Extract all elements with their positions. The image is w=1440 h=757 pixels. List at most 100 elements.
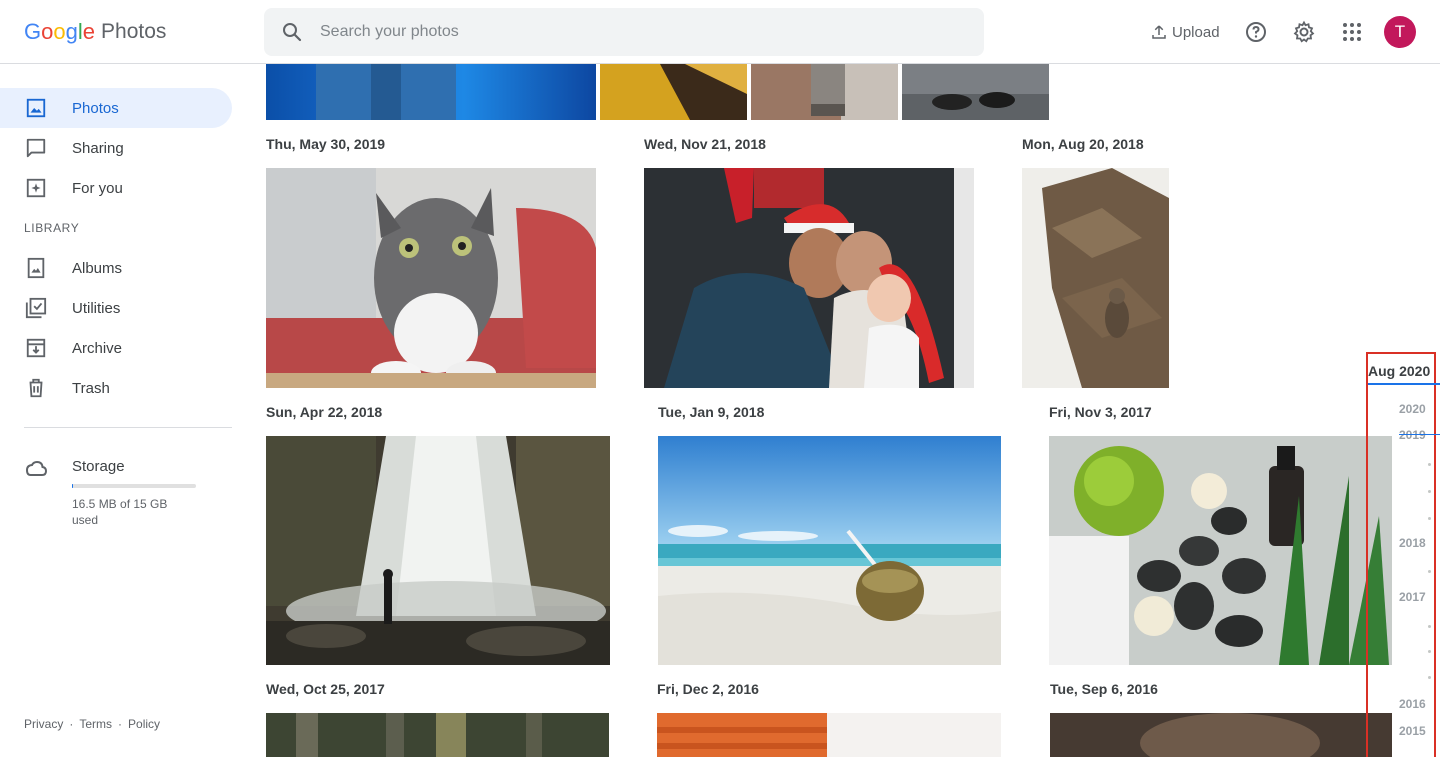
storage-used-text: 16.5 MB of 15 GB used xyxy=(72,497,168,527)
date-heading: Mon, Aug 20, 2018 xyxy=(1022,136,1144,152)
photo-thumbnail[interactable] xyxy=(644,168,974,388)
photo-thumbnail[interactable] xyxy=(266,168,596,388)
apps-button[interactable] xyxy=(1336,16,1368,48)
search-input[interactable] xyxy=(320,23,920,41)
date-heading: Tue, Jan 9, 2018 xyxy=(658,404,765,420)
sidebar-divider xyxy=(24,427,232,428)
scrubber-position-indicator[interactable] xyxy=(1368,383,1440,385)
for-you-icon xyxy=(24,176,48,200)
scrubber-year-label[interactable]: 2018 xyxy=(1399,536,1426,550)
logo-letter: G xyxy=(24,19,42,44)
logo-letter: e xyxy=(82,19,96,44)
scrubber-year-label[interactable]: 2020 xyxy=(1399,402,1426,416)
sidebar-item-label: Albums xyxy=(72,259,123,277)
sidebar-item-archive[interactable]: Archive xyxy=(0,328,232,368)
scrubber-year-label[interactable]: 2019 xyxy=(1399,428,1426,442)
date-heading: Sun, Apr 22, 2018 xyxy=(266,404,383,420)
google-photos-logo[interactable]: Google Photos xyxy=(24,18,166,46)
photo-forest xyxy=(266,713,609,757)
help-icon xyxy=(1246,22,1266,42)
sidebar-item-label: Trash xyxy=(72,379,110,397)
date-heading: Thu, May 30, 2019 xyxy=(266,136,386,152)
product-name: Photos xyxy=(101,20,167,43)
photo-family-santa-hats xyxy=(644,168,974,388)
policy-link[interactable]: Policy xyxy=(128,717,160,731)
scrubber-tick xyxy=(1428,570,1431,573)
photo-thumbnail[interactable] xyxy=(751,64,898,120)
photo-spa-stones xyxy=(1049,436,1392,665)
photo-icon xyxy=(24,96,48,120)
photo-person-blue-shirt xyxy=(316,64,456,120)
sidebar-item-label: Sharing xyxy=(72,139,124,157)
sidebar: Photos Sharing For you LIBRARY Albums Ut… xyxy=(0,64,248,757)
upload-icon xyxy=(1152,25,1166,39)
photo-thumbnail[interactable] xyxy=(1050,713,1392,757)
settings-button[interactable] xyxy=(1288,16,1320,48)
scrubber-tick xyxy=(1428,625,1431,628)
photo-thumbnail[interactable] xyxy=(657,713,1001,757)
scrubber-current-date: Aug 2020 xyxy=(1368,363,1431,379)
date-heading: Wed, Nov 21, 2018 xyxy=(644,136,766,152)
logo-letter: o xyxy=(53,19,66,44)
scrubber-year-label[interactable]: 2015 xyxy=(1399,724,1426,738)
apps-grid-icon xyxy=(1343,23,1361,41)
photo-thumbnail[interactable] xyxy=(266,436,610,665)
photo-thumbnail[interactable] xyxy=(1049,436,1392,665)
photo-coconut-beach xyxy=(658,436,1001,665)
footer-links: Privacy · Terms · Policy xyxy=(24,717,160,731)
sidebar-item-label: Utilities xyxy=(72,299,121,317)
footer-separator: · xyxy=(69,717,74,731)
upload-label: Upload xyxy=(1172,23,1220,41)
sidebar-item-label: Archive xyxy=(72,339,123,357)
chat-icon xyxy=(24,136,48,160)
account-avatar[interactable]: T xyxy=(1384,16,1416,48)
photo-sneakers-steps xyxy=(902,64,1049,120)
photo-animal-closeup xyxy=(1050,713,1392,757)
photo-waterfall xyxy=(266,436,610,665)
footer-separator: · xyxy=(118,717,123,731)
sidebar-item-label: For you xyxy=(72,179,123,197)
photo-thumbnail[interactable] xyxy=(266,64,596,120)
search-icon[interactable] xyxy=(280,20,304,44)
sidebar-item-photos[interactable]: Photos xyxy=(0,88,232,128)
date-heading: Fri, Dec 2, 2016 xyxy=(657,681,759,697)
date-heading: Fri, Nov 3, 2017 xyxy=(1049,404,1152,420)
photo-thumbnail[interactable] xyxy=(902,64,1049,120)
search-bar[interactable] xyxy=(264,8,984,56)
terms-link[interactable]: Terms xyxy=(79,717,112,731)
upload-button[interactable]: Upload xyxy=(1150,18,1220,46)
trash-icon xyxy=(24,376,48,400)
scrubber-tick xyxy=(1428,517,1431,520)
sidebar-item-albums[interactable]: Albums xyxy=(0,248,232,288)
privacy-link[interactable]: Privacy xyxy=(24,717,63,731)
photo-thumbnail[interactable] xyxy=(1022,168,1169,388)
scrubber-tick xyxy=(1428,463,1431,466)
scrubber-tick xyxy=(1428,490,1431,493)
library-section-label: LIBRARY xyxy=(24,221,80,235)
top-app-bar: Google Photos Upload T xyxy=(0,0,1440,64)
storage-progress-bar xyxy=(72,484,196,488)
storage-progress-fill xyxy=(72,484,73,488)
photo-thumbnail[interactable] xyxy=(266,713,609,757)
scrubber-tick xyxy=(1428,676,1431,679)
sidebar-item-for-you[interactable]: For you xyxy=(0,168,232,208)
photo-thumbnail[interactable] xyxy=(658,436,1001,665)
gear-icon xyxy=(1293,20,1315,43)
photo-gray-cat xyxy=(266,168,596,388)
photo-orange-towels xyxy=(657,713,1001,757)
help-button[interactable] xyxy=(1240,16,1272,48)
photo-child-legs-street xyxy=(751,64,898,120)
sidebar-item-trash[interactable]: Trash xyxy=(0,368,232,408)
sidebar-item-sharing[interactable]: Sharing xyxy=(0,128,232,168)
sidebar-item-utilities[interactable]: Utilities xyxy=(0,288,232,328)
storage-label: Storage xyxy=(72,458,125,475)
date-heading: Tue, Sep 6, 2016 xyxy=(1050,681,1158,697)
scrubber-year-label[interactable]: 2016 xyxy=(1399,697,1426,711)
photo-thumbnail[interactable] xyxy=(600,64,747,120)
date-heading: Wed, Oct 25, 2017 xyxy=(266,681,385,697)
scrubber-hover-line xyxy=(1399,434,1440,435)
storage-widget[interactable]: Storage 16.5 MB of 15 GB used xyxy=(0,452,232,532)
sidebar-item-label: Photos xyxy=(72,99,119,117)
scrubber-year-label[interactable]: 2017 xyxy=(1399,590,1426,604)
scrubber-tick xyxy=(1428,650,1431,653)
